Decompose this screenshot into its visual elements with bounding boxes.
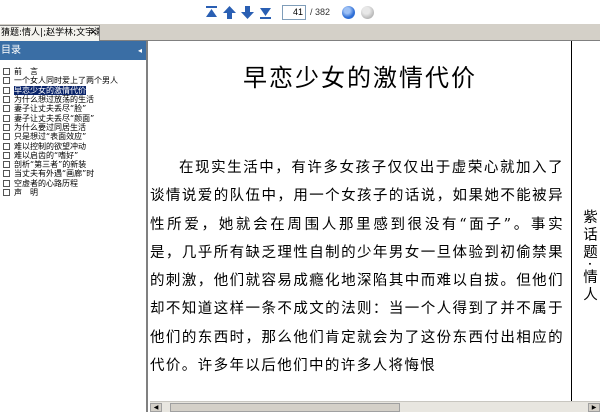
close-icon[interactable]: ✕ [89, 26, 97, 40]
margin-rule [571, 41, 572, 401]
page-icon [3, 77, 10, 85]
page-icon [3, 151, 10, 159]
chapter-body: 在现实生活中，有许多女孩子仅仅出于虚荣心就加入了谈情说爱的队伍中，用一个女孩子的… [150, 154, 564, 380]
toc-title: 目录 [1, 45, 21, 56]
scrollbar-thumb[interactable] [170, 403, 400, 412]
previous-page-icon[interactable] [222, 5, 237, 20]
toc-item[interactable]: 只是想过“表面效应” [3, 132, 146, 141]
horizontal-scrollbar[interactable]: ◀ ▶ [150, 401, 600, 412]
page-icon [3, 179, 10, 187]
toc-item[interactable]: 剖析“第三者”的新装 [3, 160, 146, 169]
page-icon [3, 161, 10, 169]
stop-icon[interactable] [361, 5, 374, 19]
toc-item[interactable]: 声 明 [3, 188, 146, 197]
last-page-icon[interactable] [258, 5, 273, 20]
page-icon [3, 86, 10, 94]
navigation-toolbar: / 382 [0, 0, 600, 24]
toc-item[interactable]: 前 言 [3, 67, 146, 76]
page-total-label: / 382 [310, 7, 331, 17]
page-icon [3, 96, 10, 104]
toc-item[interactable]: 一个女人同时爱上了两个男人 [3, 76, 146, 85]
scroll-right-icon[interactable]: ▶ [588, 403, 600, 412]
first-page-icon[interactable] [204, 5, 219, 20]
toc-item[interactable]: 为什么想过放荡的生活 [3, 95, 146, 104]
document-tab-label: 猜题:情人|;赵学林;文宇漱 [1, 28, 100, 38]
toc-item[interactable]: 妻子让丈夫丢尽“颜面” [3, 113, 146, 123]
document-tab[interactable]: 猜题:情人|;赵学林;文宇漱 ✕ [0, 25, 100, 41]
scroll-left-icon[interactable]: ◀ [150, 403, 162, 412]
toc-item[interactable]: 妻子让丈夫丢尽“脸” [3, 104, 146, 113]
page-icon [3, 105, 10, 113]
page-icon [3, 68, 10, 76]
page-icon [3, 114, 10, 122]
toc-item-active[interactable]: 早恋少女的激情代价 [3, 85, 146, 95]
toc-header: 目录 ◂ [0, 41, 146, 60]
running-header: 紫话题·情人 [581, 209, 597, 305]
page-icon [3, 133, 10, 141]
toc-item[interactable]: 空虚者的心路历程 [3, 179, 146, 188]
collapse-sidebar-icon[interactable]: ◂ [138, 41, 142, 60]
toc-sidebar: 目录 ◂ 前 言 一个女人同时爱上了两个男人 早恋少女的激情代价 为什么想过放荡… [0, 41, 148, 412]
chapter-title: 早恋少女的激情代价 [243, 64, 477, 92]
toc-item[interactable]: 当丈夫有外遇“画廊”时 [3, 169, 146, 178]
page-icon [3, 123, 10, 131]
toc-item[interactable]: 难以启齿的“嗜好” [3, 151, 146, 160]
page-navigation-group: / 382 [204, 4, 374, 20]
next-page-icon[interactable] [240, 5, 255, 20]
page-icon [3, 142, 10, 150]
go-to-page-button[interactable] [342, 5, 355, 19]
document-tabstrip: 猜题:情人|;赵学林;文宇漱 ✕ [0, 24, 600, 41]
document-page: 早恋少女的激情代价 在现实生活中，有许多女孩子仅仅出于虚荣心就加入了谈情说爱的队… [150, 41, 600, 412]
page-icon [3, 189, 10, 196]
body-paragraph: 在现实生活中，有许多女孩子仅仅出于虚荣心就加入了谈情说爱的队伍中，用一个女孩子的… [150, 160, 564, 375]
toc-item[interactable]: 为什么要过同居生活 [3, 123, 146, 132]
page-number-input[interactable] [282, 4, 306, 20]
toc-list: 前 言 一个女人同时爱上了两个男人 早恋少女的激情代价 为什么想过放荡的生活 妻… [0, 60, 146, 197]
page-icon [3, 170, 10, 178]
toc-item[interactable]: 难以控制的欲望冲动 [3, 141, 146, 151]
